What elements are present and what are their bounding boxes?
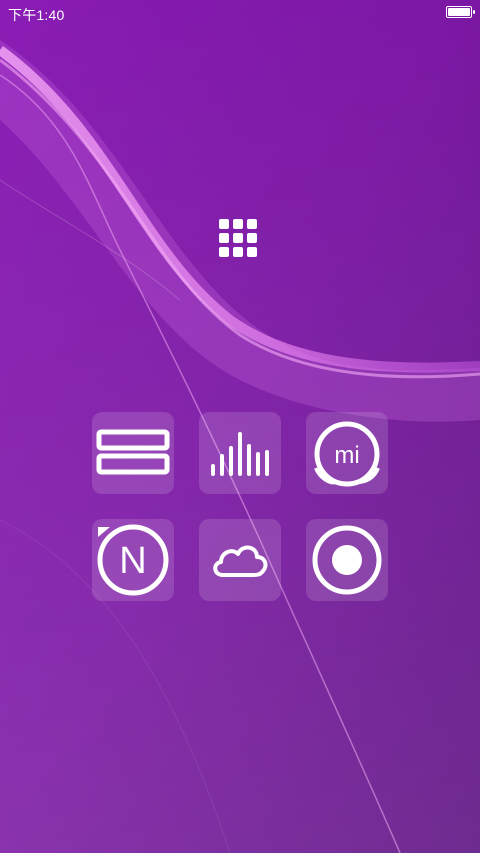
n-app-tile[interactable]: N bbox=[92, 519, 174, 601]
equalizer-app-tile[interactable] bbox=[199, 412, 281, 494]
battery-icon bbox=[446, 6, 475, 18]
list-lines-icon bbox=[96, 429, 170, 475]
n-circle-icon: N bbox=[97, 524, 169, 596]
record-circle-icon bbox=[312, 525, 382, 595]
status-bar: 下午1:40 bbox=[0, 0, 480, 26]
app-drawer-grid-icon[interactable] bbox=[219, 219, 261, 261]
equalizer-icon bbox=[211, 432, 269, 476]
mi-chat-icon: mi bbox=[314, 421, 380, 487]
cloud-icon bbox=[213, 545, 268, 577]
list-lines-app-tile[interactable] bbox=[92, 412, 174, 494]
record-app-tile[interactable] bbox=[306, 519, 388, 601]
status-time: 下午1:40 bbox=[8, 7, 65, 23]
cloud-app-tile[interactable] bbox=[199, 519, 281, 601]
battery-level bbox=[448, 8, 470, 16]
mi-label: mi bbox=[334, 442, 359, 469]
mi-chat-app-tile[interactable]: mi bbox=[306, 412, 388, 494]
n-label: N bbox=[119, 540, 146, 582]
